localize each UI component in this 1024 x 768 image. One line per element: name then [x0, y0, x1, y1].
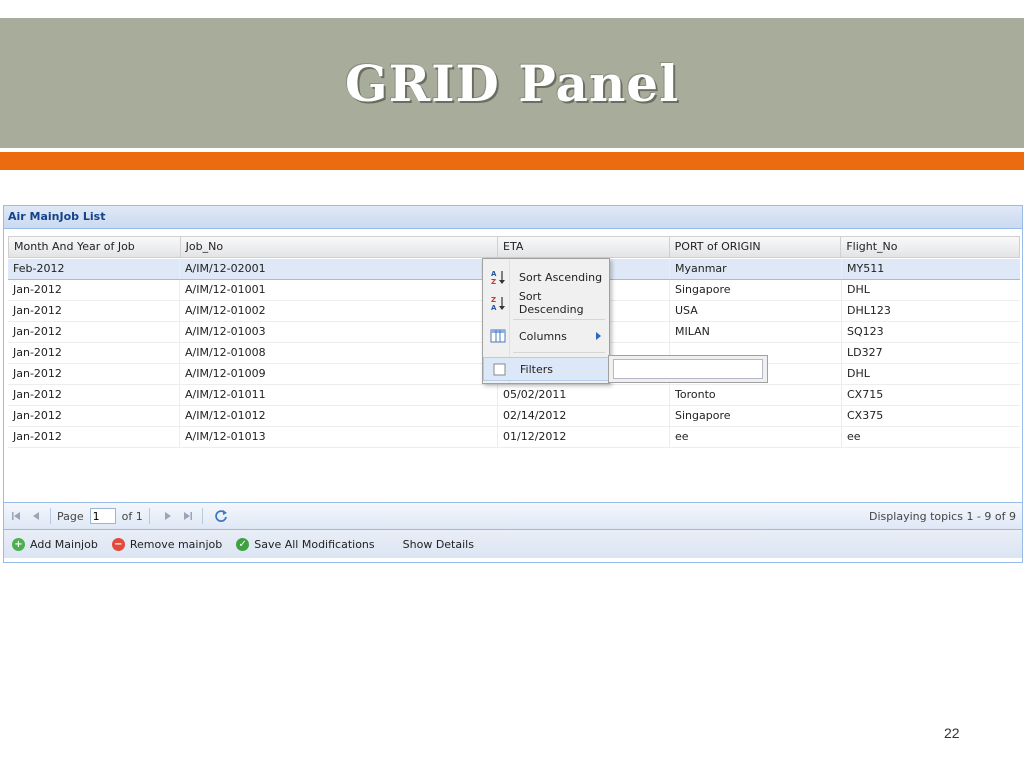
- menu-separator: [513, 352, 605, 353]
- cell-flight-no: DHL: [847, 367, 870, 380]
- filter-input[interactable]: [613, 359, 763, 379]
- page-number-input[interactable]: [89, 508, 116, 524]
- table-row[interactable]: Jan-2012 A/IM/12-01013 01/12/2012 ee ee: [8, 427, 1020, 448]
- cell-month: Jan-2012: [8, 343, 180, 363]
- menu-item-sort-descending[interactable]: ZA Sort Descending: [483, 290, 609, 316]
- column-header-job-no[interactable]: Job_No: [181, 237, 499, 257]
- cell-port-of-origin: Singapore: [670, 406, 842, 426]
- columns-icon: [487, 329, 509, 343]
- separator: [201, 508, 203, 524]
- cell-job-no: A/IM/12-01013: [180, 427, 498, 447]
- cell-month: Jan-2012: [8, 301, 180, 321]
- cell-month: Feb-2012: [8, 259, 180, 279]
- last-page-icon[interactable]: [180, 508, 196, 524]
- svg-text:Z: Z: [491, 278, 496, 285]
- cell-port-of-origin: Singapore: [670, 280, 842, 300]
- table-row[interactable]: Jan-2012 A/IM/12-01012 02/14/2012 Singap…: [8, 406, 1020, 427]
- menu-item-sort-ascending[interactable]: AZ Sort Ascending: [483, 265, 609, 289]
- slide-page-number: 22: [944, 725, 960, 741]
- menu-label: Sort Ascending: [519, 270, 603, 284]
- cell-month: Jan-2012: [8, 364, 180, 384]
- separator: [50, 508, 51, 524]
- menu-label: Filters: [520, 362, 553, 376]
- cell-flight-no: LD327: [847, 346, 883, 359]
- grid-header: Month And Year of Job Job_No ETA PORT of…: [8, 236, 1020, 258]
- cell-month: Jan-2012: [8, 385, 180, 405]
- cell-eta: 02/14/2012: [498, 406, 670, 426]
- accent-bar: [0, 152, 1024, 170]
- table-row[interactable]: Jan-2012 A/IM/12-01011 05/02/2011 Toront…: [8, 385, 1020, 406]
- cell-job-no: A/IM/12-01012: [180, 406, 498, 426]
- remove-icon: −: [111, 537, 125, 551]
- action-toolbar: + Add Mainjob − Remove mainjob ✓ Save Al…: [4, 530, 1022, 558]
- checkbox-icon[interactable]: [488, 363, 510, 376]
- cell-port-of-origin: Myanmar: [670, 259, 842, 279]
- menu-separator: [513, 319, 605, 320]
- cell-month: Jan-2012: [8, 322, 180, 342]
- cell-month: Jan-2012: [8, 427, 180, 447]
- submenu-arrow-icon: [596, 332, 601, 340]
- column-header-port-of-origin[interactable]: PORT of ORIGIN: [670, 237, 842, 257]
- cell-port-of-origin: MILAN: [670, 322, 842, 342]
- cell-port-of-origin: USA: [670, 301, 842, 321]
- sort-descending-icon: ZA: [487, 295, 509, 311]
- cell-eta: 01/12/2012: [498, 427, 670, 447]
- check-icon: ✓: [236, 537, 250, 551]
- menu-item-filters[interactable]: Filters: [483, 357, 609, 381]
- show-details-label: Show Details: [402, 537, 474, 551]
- menu-item-columns[interactable]: Columns: [483, 324, 609, 348]
- display-info: Displaying topics 1 - 9 of 9: [869, 509, 1016, 523]
- svg-text:A: A: [491, 304, 497, 311]
- show-details-button[interactable]: Show Details: [403, 538, 474, 551]
- add-mainjob-label: Add Mainjob: [30, 537, 98, 551]
- save-all-label: Save All Modifications: [254, 537, 375, 551]
- cell-eta: 05/02/2011: [498, 385, 670, 405]
- cell-month: Jan-2012: [8, 406, 180, 426]
- menu-label: Columns: [519, 329, 567, 343]
- svg-text:Z: Z: [491, 296, 496, 304]
- refresh-icon[interactable]: [213, 508, 229, 524]
- cell-job-no: A/IM/12-01011: [180, 385, 498, 405]
- cell-flight-no: ee: [847, 430, 861, 443]
- column-header-month[interactable]: Month And Year of Job: [9, 237, 181, 257]
- cell-month: Jan-2012: [8, 280, 180, 300]
- remove-mainjob-label: Remove mainjob: [129, 537, 223, 551]
- cell-job-no: A/IM/12-01003: [180, 322, 498, 342]
- column-header-flight-no[interactable]: Flight_No: [841, 237, 1019, 257]
- add-icon: +: [12, 537, 25, 551]
- cell-job-no: A/IM/12-01001: [180, 280, 498, 300]
- remove-mainjob-button[interactable]: − Remove mainjob: [111, 537, 223, 551]
- cell-flight-no: CX715: [847, 388, 884, 401]
- cell-job-no: A/IM/12-02001: [180, 259, 498, 279]
- filter-submenu: [608, 355, 768, 383]
- cell-flight-no: MY511: [847, 262, 885, 275]
- first-page-icon[interactable]: [8, 508, 24, 524]
- slide-title: GRID Panel: [344, 53, 680, 113]
- svg-text:A: A: [491, 270, 497, 278]
- cell-port-of-origin: ee: [670, 427, 842, 447]
- cell-job-no: A/IM/12-01008: [180, 343, 498, 363]
- panel-title: Air MainJob List: [4, 206, 1022, 229]
- save-all-button[interactable]: ✓ Save All Modifications: [236, 537, 375, 551]
- page-label: Page: [57, 509, 84, 523]
- separator: [148, 508, 150, 524]
- cell-port-of-origin: Toronto: [670, 385, 842, 405]
- cell-flight-no: DHL123: [847, 304, 891, 317]
- sort-ascending-icon: AZ: [487, 269, 509, 285]
- cell-flight-no: DHL: [847, 283, 870, 296]
- cell-job-no: A/IM/12-01009: [180, 364, 498, 384]
- paging-toolbar: Page of 1 Displaying topics 1 - 9 of 9: [4, 502, 1022, 530]
- cell-job-no: A/IM/12-01002: [180, 301, 498, 321]
- page-count-label: of 1: [121, 509, 143, 523]
- cell-flight-no: SQ123: [847, 325, 884, 338]
- menu-label: Sort Descending: [518, 290, 584, 316]
- add-mainjob-button[interactable]: + Add Mainjob: [12, 537, 98, 551]
- cell-flight-no: CX375: [847, 409, 884, 422]
- prev-page-icon[interactable]: [28, 508, 44, 524]
- column-header-eta[interactable]: ETA: [498, 237, 670, 257]
- column-context-menu: AZ Sort Ascending ZA Sort Descending Col…: [482, 258, 610, 384]
- next-page-icon[interactable]: [160, 508, 176, 524]
